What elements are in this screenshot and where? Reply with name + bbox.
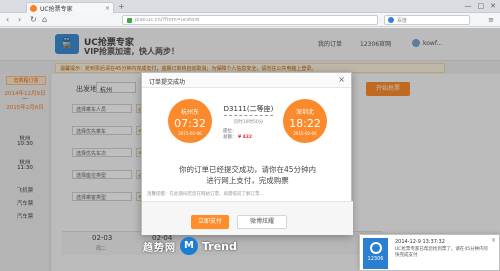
price-row: 总额： ¥ 432: [223, 135, 275, 141]
watermark: 趋势网 M Trend: [143, 236, 245, 256]
success-message: 你的订单已经提交成功，请你在45分钟内 进行网上支付，完成购票: [162, 164, 333, 186]
browser-tab[interactable]: UC抢票专家 ×: [26, 2, 114, 13]
maximize-button[interactable]: □: [478, 2, 485, 10]
order-detail: 座位： 总额： ¥ 432: [223, 129, 275, 151]
window-controls: — □ ✕: [465, 2, 497, 10]
notification-toast[interactable]: 12306 2014-12-9 13:37:32 UC抢票专家已帮您抢到票了，请…: [359, 234, 500, 271]
12306-logo-icon: [369, 242, 382, 254]
tab-title: UC抢票专家: [40, 5, 73, 13]
watermark-text: 趋势网: [143, 242, 176, 254]
forward-icon[interactable]: ›: [18, 15, 21, 25]
close-icon[interactable]: ×: [338, 75, 345, 84]
address-bar[interactable]: piao.uc.cn/?from=ucstore: [122, 15, 378, 25]
from-time: 07:32: [174, 117, 206, 130]
toast-close-icon[interactable]: ×: [491, 237, 496, 244]
minimize-button[interactable]: —: [465, 2, 472, 10]
dialog-footer: 立即支付 微博炫耀: [142, 201, 353, 235]
order-success-dialog: 订单提交成功 × 杭州东 07:32 2015-02-06 D3111(二等座)…: [141, 72, 353, 235]
message-line-1: 你的订单已经提交成功，请你在45分钟内: [178, 165, 317, 174]
secure-lock-icon: [127, 17, 132, 23]
from-date: 2015-02-06: [178, 131, 202, 136]
departure-circle: 杭州东 07:32 2015-02-06: [168, 99, 212, 143]
12306-app-icon: 12306: [363, 238, 388, 269]
browser-menu-icon[interactable]: ≡: [488, 16, 494, 24]
search-placeholder: 百度: [397, 17, 408, 24]
warm-hint: 温馨提醒：在此期间若您在网站订票，再需提前了解订票…: [147, 192, 264, 197]
train-number: D3111(二等座): [223, 105, 274, 113]
to-time: 18:22: [289, 117, 321, 130]
browser-navbar: ‹ › ↻ ⌂ piao.uc.cn/?from=ucstore 百度 ≡: [0, 13, 500, 27]
back-icon[interactable]: ‹: [6, 15, 9, 25]
toast-text: UC抢票专家已帮您抢到票了，请在45分钟内尽快完成支付: [395, 247, 489, 258]
message-line-2: 进行网上支付，完成购票: [206, 176, 289, 185]
browser-tabbar: UC抢票专家 × + — □ ✕: [0, 0, 500, 13]
train-route-line: [224, 115, 273, 116]
refresh-icon[interactable]: ↻: [30, 15, 37, 25]
address-url: piao.uc.cn/?from=ucstore: [135, 17, 200, 23]
seat-label: 座位：: [223, 129, 237, 134]
arrival-circle: 深圳北 18:22 2015-02-06: [283, 99, 327, 143]
price-label: 总额：: [223, 135, 237, 140]
close-window-button[interactable]: ✕: [490, 2, 496, 10]
toast-icon-label: 12306: [367, 256, 384, 262]
home-icon[interactable]: ⌂: [42, 15, 47, 25]
weibo-share-button[interactable]: 微博炫耀: [237, 215, 287, 229]
tab-close-icon[interactable]: ×: [105, 5, 110, 12]
search-engine-icon: [388, 17, 394, 23]
dialog-header: 订单提交成功 ×: [142, 73, 351, 88]
watermark-logo-icon: M: [180, 237, 198, 255]
new-tab-button[interactable]: +: [117, 3, 126, 11]
dialog-title: 订单提交成功: [149, 79, 186, 86]
to-date: 2015-02-06: [293, 131, 317, 136]
from-station: 杭州东: [180, 109, 199, 116]
uc-favicon-icon: [30, 4, 37, 12]
toast-time: 2014-12-9 13:37:32: [395, 239, 445, 245]
watermark-trend: Trend: [202, 239, 237, 253]
price-value: ¥ 432: [237, 135, 253, 140]
to-station: 深圳北: [295, 109, 314, 116]
browser-search-input[interactable]: 百度: [384, 15, 470, 25]
trip-duration: 历时10时50分: [233, 120, 264, 125]
pay-now-button[interactable]: 立即支付: [191, 215, 229, 229]
